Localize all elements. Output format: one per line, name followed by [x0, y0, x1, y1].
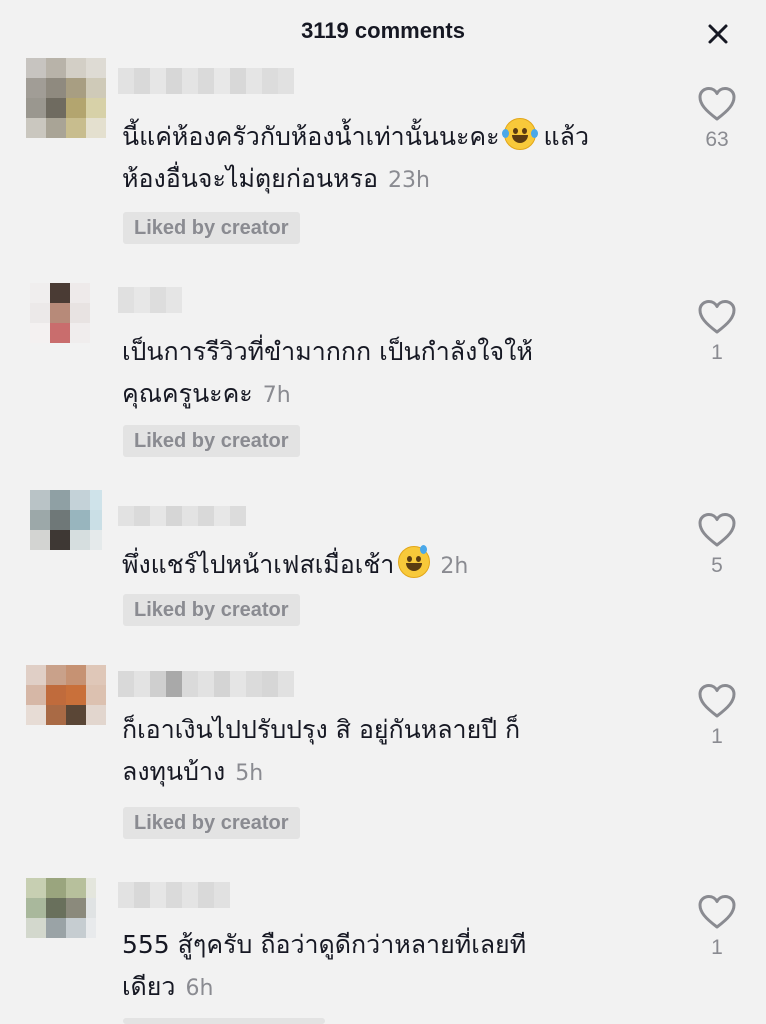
grinning-face-with-sweat-emoji [398, 545, 431, 578]
heart-outline-icon [698, 87, 736, 121]
comment-text-line: ก็เอาเงินไปปรับปรุง สิ อยู่กันหลายปี ก็ [122, 715, 521, 744]
comment-text-line: เดียว [122, 972, 176, 1001]
avatar[interactable] [26, 878, 96, 948]
comments-header: 3119 comments [0, 0, 766, 64]
comment-text-line: ลงทุนบ้าง [122, 757, 226, 786]
comment-item[interactable]: เป็นการรีวิวที่ขำมากกก เป็นกำลังใจให้ คุ… [0, 283, 766, 473]
comment-text-line: เป็นการรีวิวที่ขำมากกก เป็นกำลังใจให้ [122, 337, 533, 366]
like-count: 1 [711, 725, 723, 748]
comment-text: พึ่งแชร์ไปหน้าเฟสเมื่อเช้า 2h [122, 544, 662, 588]
close-icon [708, 24, 728, 44]
username-blurred[interactable] [118, 882, 234, 908]
heart-outline-icon [698, 300, 736, 334]
like-button[interactable]: 1 [690, 894, 744, 960]
heart-outline-icon [698, 684, 736, 718]
avatar[interactable] [26, 58, 106, 138]
comment-text: 555 สู้ๆครับ ถือว่าดูดีกว่าหลายที่เลยที … [122, 924, 662, 1010]
comment-timestamp: 2h [440, 554, 469, 579]
heart-outline-icon [698, 513, 736, 547]
username-blurred[interactable] [118, 68, 298, 94]
face-with-tears-of-joy-emoji [501, 118, 538, 150]
liked-by-creator-badge: Liked by creator [123, 212, 300, 244]
like-button[interactable]: 5 [690, 512, 744, 578]
liked-by-creator-badge: Liked by creator [123, 425, 300, 457]
comment-text-line-tail: แล้ว [543, 122, 590, 151]
comment-text: เป็นการรีวิวที่ขำมากกก เป็นกำลังใจให้ คุ… [122, 331, 662, 417]
liked-by-creator-badge: Liked by creator [123, 594, 300, 626]
comment-text-line: นี้แค่ห้องครัวกับห้องน้ำเท่านั้นนะคะ [122, 122, 500, 151]
like-button[interactable]: 1 [690, 683, 744, 749]
avatar[interactable] [30, 283, 90, 351]
like-count: 1 [711, 936, 723, 959]
comment-text: นี้แค่ห้องครัวกับห้องน้ำเท่านั้นนะคะ แล้… [122, 116, 662, 202]
comment-text-line: ห้องอื่นจะไม่ตุยก่อนหรอ [122, 164, 378, 193]
comment-timestamp: 6h [185, 976, 214, 1001]
like-count: 63 [705, 128, 729, 151]
like-button[interactable]: 63 [690, 86, 744, 152]
comment-timestamp: 7h [262, 383, 291, 408]
comment-text-line: 555 สู้ๆครับ ถือว่าดูดีกว่าหลายที่เลยที [122, 930, 527, 959]
like-count: 1 [711, 341, 723, 364]
liked-by-creator-badge: Liked by creator [123, 807, 300, 839]
avatar[interactable] [26, 665, 108, 735]
comment-text-line: คุณครูนะคะ [122, 379, 253, 408]
username-blurred[interactable] [118, 671, 298, 697]
comment-item[interactable]: 555 สู้ๆครับ ถือว่าดูดีกว่าหลายที่เลยที … [0, 878, 766, 1024]
username-blurred[interactable] [118, 506, 252, 526]
comment-timestamp: 23h [387, 168, 430, 193]
comment-item[interactable]: พึ่งแชร์ไปหน้าเฟสเมื่อเช้า 2h Liked by cr… [0, 490, 766, 630]
username-blurred[interactable] [118, 287, 188, 313]
like-button[interactable]: 1 [690, 299, 744, 365]
liked-by-creator-badge-partial [123, 1018, 325, 1024]
like-count: 5 [711, 554, 723, 577]
avatar[interactable] [30, 490, 102, 558]
comments-count-title: 3119 comments [301, 18, 465, 43]
comment-item[interactable]: นี้แค่ห้องครัวกับห้องน้ำเท่านั้นนะคะ แล้… [0, 58, 766, 258]
comment-text-line: พึ่งแชร์ไปหน้าเฟสเมื่อเช้า [122, 550, 395, 579]
comment-timestamp: 5h [235, 761, 264, 786]
heart-outline-icon [698, 895, 736, 929]
comment-text: ก็เอาเงินไปปรับปรุง สิ อยู่กันหลายปี ก็ … [122, 709, 662, 795]
comment-item[interactable]: ก็เอาเงินไปปรับปรุง สิ อยู่กันหลายปี ก็ … [0, 665, 766, 845]
close-button[interactable] [704, 20, 732, 48]
